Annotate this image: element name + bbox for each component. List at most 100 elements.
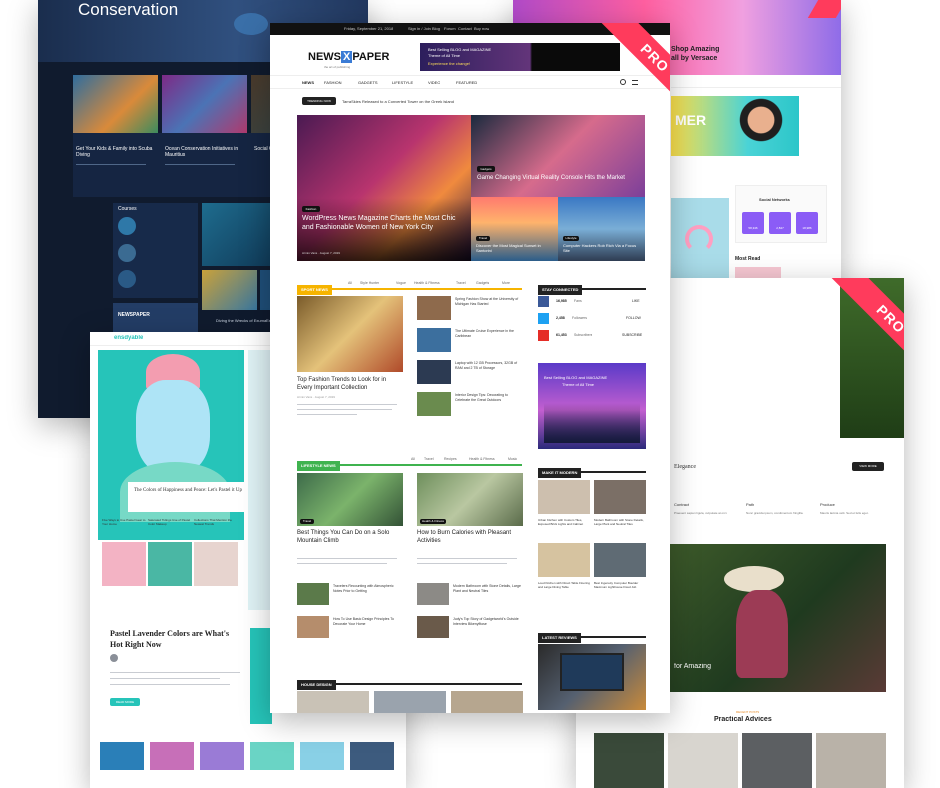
list-thumb[interactable]	[297, 583, 329, 605]
lifestyle-tab[interactable]: Music	[508, 457, 517, 461]
stat-badge[interactable]	[742, 212, 764, 234]
promo-text[interactable]: Shop Amazing all by Versace	[671, 45, 771, 63]
sport-tab[interactable]: All	[348, 281, 352, 285]
search-icon[interactable]	[620, 79, 626, 85]
lifestyle-tab[interactable]: Recipes	[444, 457, 457, 461]
modern-thumb[interactable]	[594, 480, 646, 514]
stat-badge[interactable]	[796, 212, 818, 234]
side-title[interactable]: The Ultimate Cruise Experience in the Ca…	[455, 329, 521, 339]
fish-image[interactable]	[202, 270, 257, 310]
modern-thumb[interactable]	[538, 543, 590, 577]
lifestyle-tab[interactable]: Health & Fitness	[469, 457, 495, 461]
practical-thumb[interactable]	[594, 733, 664, 788]
lifestyle-b-tag[interactable]: Health & Fitness	[420, 519, 446, 524]
hero-sub1-tag[interactable]: Travel	[476, 236, 490, 241]
fans-action[interactable]: LIKE	[632, 299, 640, 303]
course-thumb[interactable]	[118, 244, 136, 262]
practical-thumb[interactable]	[816, 733, 886, 788]
followers-action[interactable]: FOLLOW	[626, 316, 641, 320]
facebook-icon[interactable]	[538, 296, 549, 307]
modern-thumb[interactable]	[594, 543, 646, 577]
practical-thumb[interactable]	[742, 733, 812, 788]
list-title[interactable]: Travelers Recounting with Atmospheric No…	[333, 584, 399, 594]
bottom-thumb[interactable]	[250, 742, 294, 770]
hero-sub2-tag[interactable]: Lifestyle	[563, 236, 579, 241]
post-title[interactable]: Pastel Lavender Colors are What's Hot Ri…	[110, 628, 240, 650]
nav-featured[interactable]: FEATURED	[456, 80, 477, 85]
hero-sub2-title[interactable]: Computer Hackers Rob Rich Via a Focus Si…	[563, 243, 643, 253]
coral-image[interactable]	[73, 75, 158, 133]
side-thumb[interactable]	[417, 328, 451, 352]
twitter-icon[interactable]	[538, 313, 549, 324]
topbar-link[interactable]: Contact	[458, 26, 472, 31]
hero-right-tag[interactable]: Gadgets	[477, 166, 495, 172]
course-thumb[interactable]	[118, 270, 136, 288]
side-title[interactable]: Spring Fashion Show at the University of…	[455, 297, 521, 307]
site-logo[interactable]: ensdyable	[114, 335, 143, 341]
bottom-thumb[interactable]	[350, 742, 394, 770]
article-thumb[interactable]	[194, 542, 238, 586]
stat-badge[interactable]	[769, 212, 791, 234]
house-thumb[interactable]	[374, 691, 446, 713]
nav-video[interactable]: VIDEO	[428, 80, 440, 85]
course-thumb[interactable]	[118, 217, 136, 235]
article-title[interactable]: Get Your Kids & Family into Scuba Diving	[76, 146, 156, 158]
subscribers-action[interactable]: SUBSCRIBE	[622, 333, 642, 337]
article-title[interactable]: Five Ways to Use Pastel Gear to Your Hom…	[102, 518, 146, 526]
house-thumb[interactable]	[451, 691, 523, 713]
modern-title[interactable]: Urban Kitchen with Custom Tiles, Exposed…	[538, 518, 590, 526]
topbar-link[interactable]: Blog	[432, 26, 440, 31]
bottom-thumb[interactable]	[300, 742, 344, 770]
side-title[interactable]: Laptop with 12 GB Processors, 32GB of RA…	[455, 361, 521, 371]
hero-title[interactable]: The Colors of Happiness and Peace: Let's…	[134, 487, 244, 494]
sport-tab[interactable]: Health & Fitness	[414, 281, 440, 285]
lifestyle-a-title[interactable]: Best Things You Can Do on a Solo Mountai…	[297, 529, 403, 545]
lifestyle-a-image[interactable]	[297, 473, 403, 526]
hero-right-image[interactable]	[471, 115, 645, 197]
nav-fashion[interactable]: FASHION	[324, 80, 342, 85]
menu-icon[interactable]	[632, 80, 638, 85]
model-image[interactable]	[737, 96, 785, 156]
youtube-icon[interactable]	[538, 330, 549, 341]
lifestyle-tab[interactable]: All	[411, 457, 415, 461]
hero-main-title[interactable]: WordPress News Magazine Charts the Most …	[302, 214, 467, 232]
sport-lead-title[interactable]: Top Fashion Trends to Look for in Every …	[297, 376, 403, 392]
article-title[interactable]: Collections That Mention the Newest Tren…	[194, 518, 238, 526]
side-title[interactable]: Interior Design Tips: Decorating to Cele…	[455, 393, 521, 403]
list-thumb[interactable]	[417, 583, 449, 605]
list-title[interactable]: How To Use Basic Design Principles To De…	[333, 617, 399, 627]
article-title[interactable]: Ocean Conservation Initiatives in Maurit…	[165, 146, 245, 158]
article-thumb[interactable]	[148, 542, 192, 586]
modern-title[interactable]: Modern Bathroom with Stone Details, Larg…	[594, 518, 646, 526]
reef-image[interactable]	[162, 75, 247, 133]
bottom-thumb[interactable]	[200, 742, 244, 770]
lifestyle-tab[interactable]: Travel	[424, 457, 434, 461]
practical-thumb[interactable]	[668, 733, 738, 788]
topbar-link[interactable]: Buy now	[474, 26, 489, 31]
article-title[interactable]: Diving the Wrecks of Exuma	[216, 318, 266, 323]
side-thumb[interactable]	[417, 392, 451, 416]
bottom-thumb[interactable]	[100, 742, 144, 770]
lifestyle-b-title[interactable]: How to Burn Calories with Pleasant Activ…	[417, 529, 523, 545]
read-more-button[interactable]: READ MORE	[110, 698, 140, 706]
sport-tab[interactable]: Vogue	[396, 281, 406, 285]
hero-sub1-title[interactable]: Discover the Most Magical Sunset in Sant…	[476, 243, 556, 253]
list-title[interactable]: Modern Bathroom with Stone Details, Larg…	[453, 584, 521, 594]
lifestyle-a-tag[interactable]: Travel	[300, 519, 314, 524]
article-title[interactable]: Saturated Tidings Use of Pastel Color Ma…	[148, 518, 192, 526]
nav-news[interactable]: NEWS	[302, 80, 314, 85]
site-logo[interactable]: NEWS X PAPER	[308, 51, 389, 63]
house-thumb[interactable]	[297, 691, 369, 713]
sport-tab[interactable]: Gadgets	[476, 281, 489, 285]
topbar-link[interactable]: Sign in / Join	[408, 26, 431, 31]
modern-thumb[interactable]	[538, 480, 590, 514]
view-more-button[interactable]: VIEW MORE	[852, 462, 884, 471]
sport-tab[interactable]: Style Hunter	[360, 281, 379, 285]
teal-panel[interactable]	[250, 628, 272, 724]
side-thumb[interactable]	[417, 360, 451, 384]
list-thumb[interactable]	[297, 616, 329, 638]
hero-right-title[interactable]: Game Changing Virtual Reality Console Hi…	[477, 174, 637, 182]
ad-cta[interactable]: Experience the change!	[428, 61, 470, 66]
topbar-link[interactable]: Forum	[444, 26, 456, 31]
bottom-thumb[interactable]	[150, 742, 194, 770]
